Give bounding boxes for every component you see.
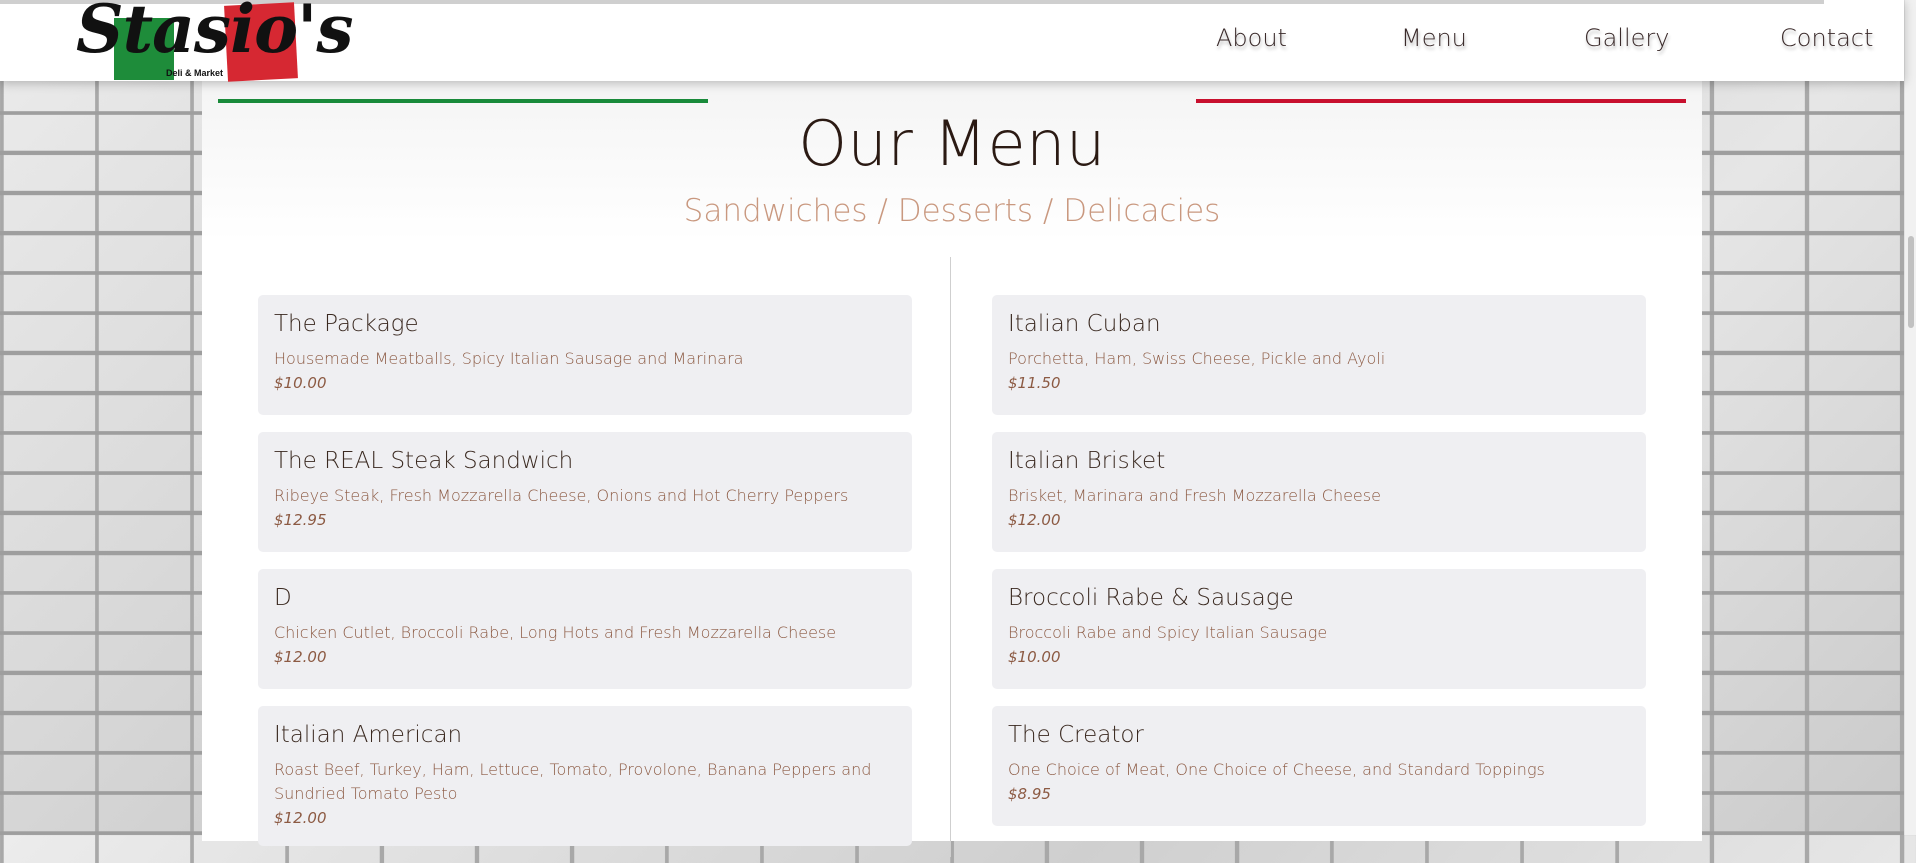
site-header: Stasio's Deli & Market About Menu Galler… xyxy=(0,0,1904,84)
nav-about[interactable]: About xyxy=(1216,24,1287,52)
accent-stripe-red xyxy=(1196,99,1686,103)
nav-gallery[interactable]: Gallery xyxy=(1584,24,1669,52)
menu-item-price: $12.95 xyxy=(274,511,327,529)
menu-item-name: Italian Brisket xyxy=(1008,448,1166,474)
menu-item-name: The Package xyxy=(274,311,419,337)
menu-item-price: $11.50 xyxy=(1008,374,1061,392)
scrollbar-thumb[interactable] xyxy=(1908,236,1914,328)
menu-column-right: Italian Cuban Porchetta, Ham, Swiss Chee… xyxy=(992,295,1646,843)
menu-item-name: D xyxy=(274,585,292,611)
menu-item-name: The REAL Steak Sandwich xyxy=(274,448,574,474)
menu-item-name: Italian Cuban xyxy=(1008,311,1161,337)
logo-subtext: Deli & Market xyxy=(166,68,224,78)
menu-item-description: Ribeye Steak, Fresh Mozzarella Cheese, O… xyxy=(274,486,849,505)
menu-item-description: Broccoli Rabe and Spicy Italian Sausage xyxy=(1008,623,1328,642)
menu-item-card: The Creator One Choice of Meat, One Choi… xyxy=(992,706,1646,826)
menu-item-card: Italian Cuban Porchetta, Ham, Swiss Chee… xyxy=(992,295,1646,415)
menu-item-card: Italian American Roast Beef, Turkey, Ham… xyxy=(258,706,912,846)
menu-item-name: Italian American xyxy=(274,722,463,748)
menu-column-left: The Package Housemade Meatballs, Spicy I… xyxy=(258,295,912,863)
menu-item-card: Italian Brisket Brisket, Marinara and Fr… xyxy=(992,432,1646,552)
menu-section: Our Menu Sandwiches / Desserts / Delicac… xyxy=(202,81,1702,857)
menu-item-description: Porchetta, Ham, Swiss Cheese, Pickle and… xyxy=(1008,349,1386,368)
menu-item-price: $10.00 xyxy=(274,374,327,392)
column-divider xyxy=(950,257,951,857)
menu-item-card: The REAL Steak Sandwich Ribeye Steak, Fr… xyxy=(258,432,912,552)
menu-item-price: $12.00 xyxy=(1008,511,1061,529)
menu-item-card: D Chicken Cutlet, Broccoli Rabe, Long Ho… xyxy=(258,569,912,689)
nav-contact[interactable]: Contact xyxy=(1780,24,1873,52)
menu-item-price: $12.00 xyxy=(274,809,327,827)
menu-item-price: $10.00 xyxy=(1008,648,1061,666)
menu-item-price: $12.00 xyxy=(274,648,327,666)
logo-wordmark: Stasio's xyxy=(76,0,354,68)
menu-item-name: The Creator xyxy=(1008,722,1144,748)
menu-item-name: Broccoli Rabe & Sausage xyxy=(1008,585,1294,611)
page-scrollbar[interactable] xyxy=(1904,0,1916,835)
accent-stripe-green xyxy=(218,99,708,103)
menu-item-card: The Package Housemade Meatballs, Spicy I… xyxy=(258,295,912,415)
menu-item-description: Housemade Meatballs, Spicy Italian Sausa… xyxy=(274,349,744,368)
menu-item-price: $8.95 xyxy=(1008,785,1051,803)
site-logo[interactable]: Stasio's Deli & Market xyxy=(76,0,354,84)
menu-item-description: Brisket, Marinara and Fresh Mozzarella C… xyxy=(1008,486,1381,505)
nav-menu[interactable]: Menu xyxy=(1401,24,1467,52)
menu-item-description: One Choice of Meat, One Choice of Cheese… xyxy=(1008,760,1545,779)
menu-item-description: Chicken Cutlet, Broccoli Rabe, Long Hots… xyxy=(274,623,837,642)
menu-item-description: Roast Beef, Turkey, Ham, Lettuce, Tomato… xyxy=(274,760,872,803)
page-subtitle: Sandwiches / Desserts / Delicacies xyxy=(683,193,1221,229)
page-title: Our Menu xyxy=(798,107,1106,180)
menu-item-card: Broccoli Rabe & Sausage Broccoli Rabe an… xyxy=(992,569,1646,689)
